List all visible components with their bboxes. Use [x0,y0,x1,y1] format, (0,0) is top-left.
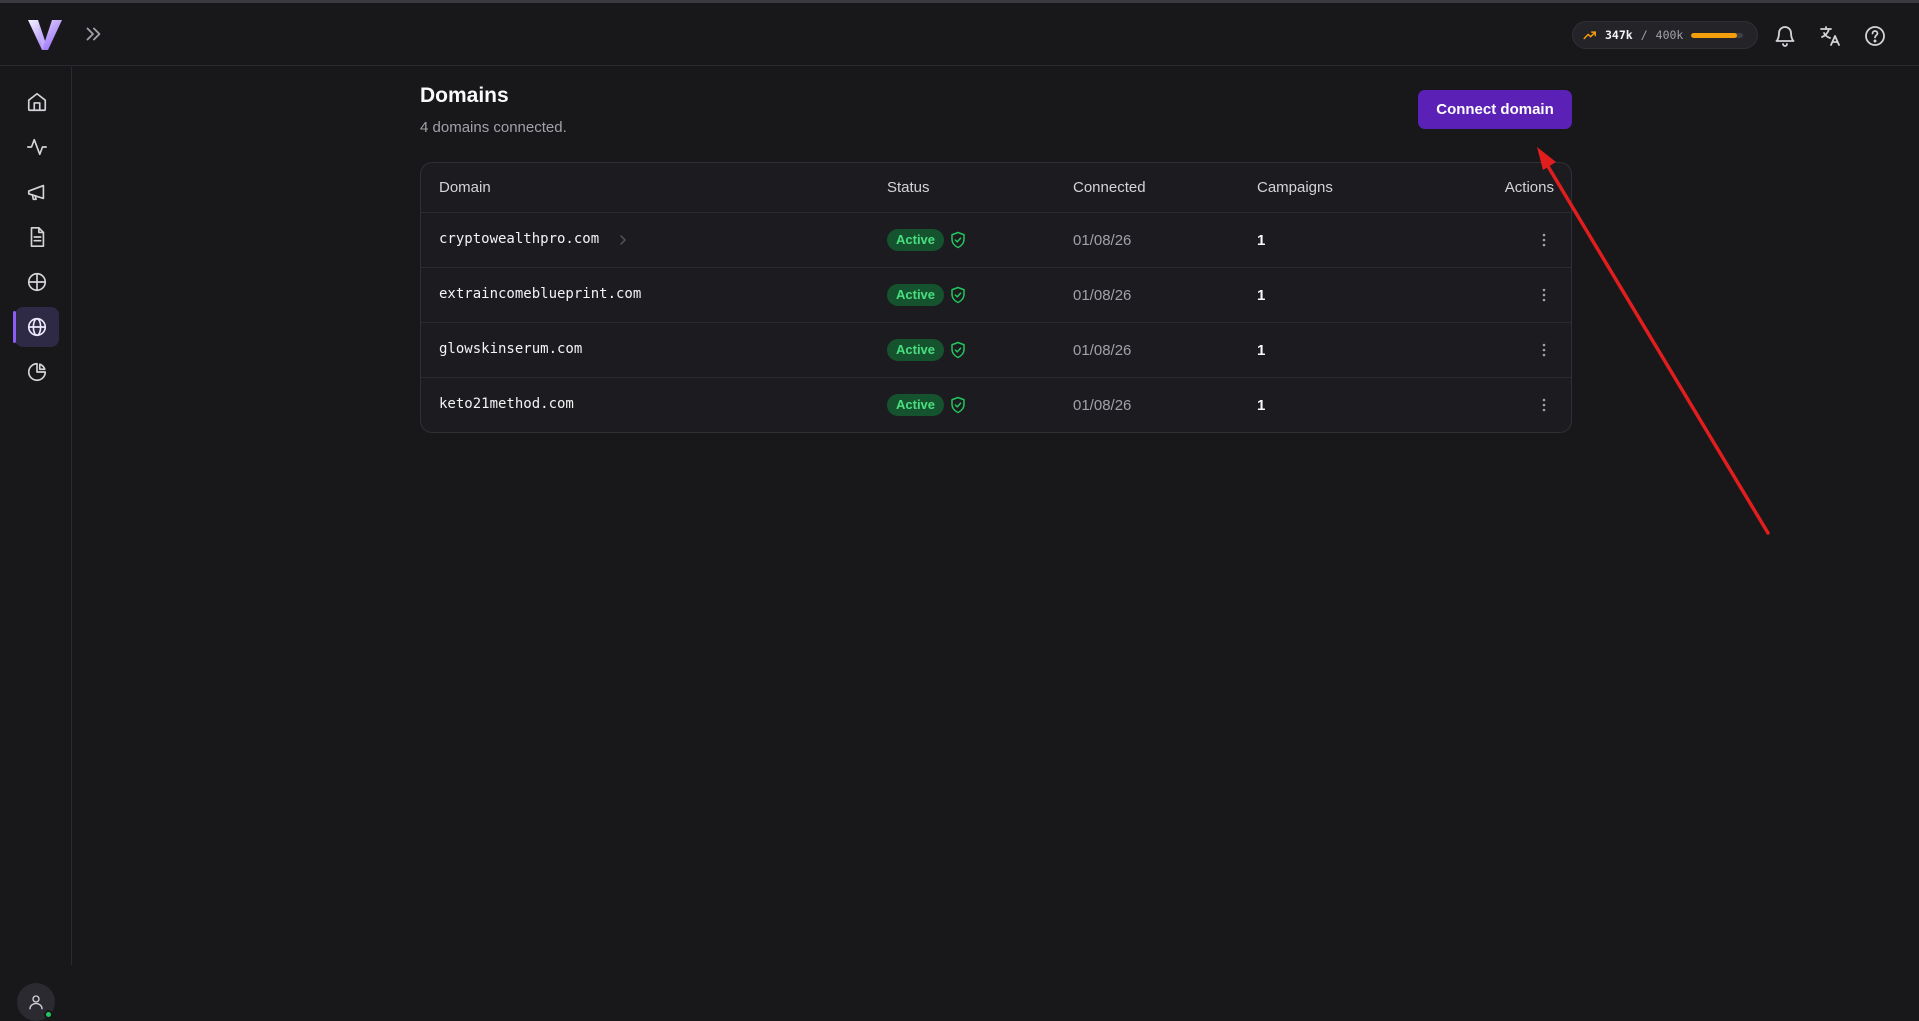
domain-name[interactable]: cryptowealthpro.com [439,231,599,247]
home-icon [27,92,47,112]
bell-icon[interactable] [1773,24,1797,48]
crosshair-icon [27,272,47,292]
trending-up-icon [1583,31,1596,40]
domain-name[interactable]: glowskinserum.com [439,341,582,357]
document-icon [30,227,45,247]
usage-meter[interactable]: 347k / 400k [1572,21,1758,49]
column-header-actions: Actions [1504,179,1554,196]
campaign-count: 1 [1257,342,1266,359]
sidebar-item-home[interactable] [15,82,59,122]
page-title: Domains [420,84,509,107]
connected-date: 01/08/26 [1073,232,1132,249]
shield-check-icon [951,396,965,414]
connected-date: 01/08/26 [1073,287,1132,304]
expand-sidebar-icon[interactable] [82,23,104,45]
status-badge: Active [887,229,945,251]
shield-check-icon [951,341,965,359]
pie-chart-icon [27,362,47,382]
more-actions-icon[interactable] [1535,286,1553,304]
sidebar-item-activity[interactable] [15,127,59,167]
sidebar-item-targeting[interactable] [15,262,59,302]
connected-date: 01/08/26 [1073,397,1132,414]
globe-icon [27,317,47,337]
table-row[interactable]: cryptowealthpro.com Active 01/08/26 1 [421,213,1571,268]
help-icon[interactable] [1863,24,1887,48]
online-status-dot [44,1010,53,1019]
usage-limit: 400k [1655,28,1684,42]
column-header-domain: Domain [439,179,491,196]
sidebar-item-domains[interactable] [13,307,59,347]
more-actions-icon[interactable] [1535,341,1553,359]
column-header-campaigns: Campaigns [1257,179,1333,196]
table-header: Domain Status Connected Campaigns Action… [421,163,1571,213]
connected-date: 01/08/26 [1073,342,1132,359]
sidebar-item-campaigns[interactable] [15,172,59,212]
status-badge: Active [887,394,945,416]
shield-check-icon [951,286,965,304]
column-header-connected: Connected [1073,179,1146,196]
domain-name[interactable]: keto21method.com [439,396,574,412]
megaphone-icon [27,184,45,201]
page-subtitle: 4 domains connected. [420,119,567,136]
usage-separator: / [1640,28,1648,42]
usage-progress-bar [1691,32,1744,38]
more-actions-icon[interactable] [1535,231,1553,249]
table-row[interactable]: extraincomeblueprint.com Active 01/08/26… [421,268,1571,323]
table-row[interactable]: keto21method.com Active 01/08/26 1 [421,378,1571,432]
table-row[interactable]: glowskinserum.com Active 01/08/26 1 [421,323,1571,378]
status-badge: Active [887,339,945,361]
translate-icon[interactable] [1818,24,1842,48]
domain-name[interactable]: extraincomeblueprint.com [439,286,641,302]
user-avatar[interactable] [17,983,55,1021]
annotation-arrow [1537,147,1770,535]
usage-progress-fill [1691,32,1737,38]
campaign-count: 1 [1257,232,1266,249]
user-icon [29,995,43,1010]
activity-icon [27,138,47,156]
campaign-count: 1 [1257,287,1266,304]
campaign-count: 1 [1257,397,1266,414]
chevron-right-icon [620,235,627,245]
usage-used: 347k [1605,28,1633,42]
top-header: 347k / 400k [0,3,1919,66]
domains-table: Domain Status Connected Campaigns Action… [420,162,1572,433]
status-badge: Active [887,284,945,306]
connect-domain-button[interactable]: Connect domain [1418,90,1572,129]
sidebar-item-documents[interactable] [15,217,59,257]
shield-check-icon [951,231,965,249]
sidebar [0,67,72,1021]
sidebar-item-analytics[interactable] [15,352,59,392]
more-actions-icon[interactable] [1535,396,1553,414]
column-header-status: Status [887,179,930,196]
app-logo[interactable] [26,17,64,53]
